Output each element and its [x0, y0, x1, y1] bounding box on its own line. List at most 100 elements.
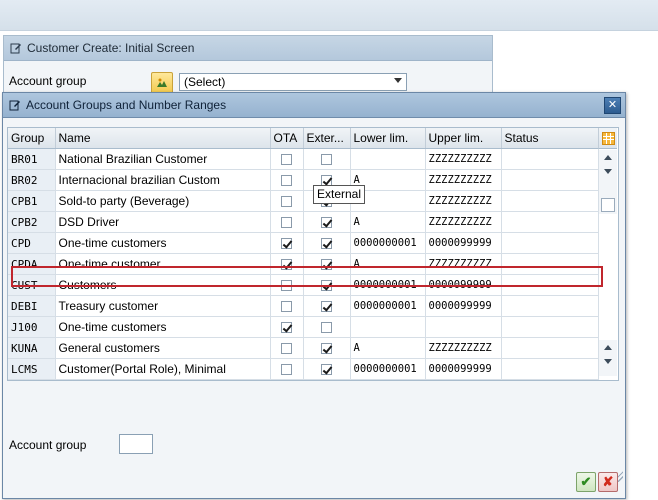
- scrollbar-thumb[interactable]: [601, 198, 615, 212]
- column-header-name[interactable]: Name: [55, 128, 271, 149]
- ota-checkbox[interactable]: [281, 154, 292, 166]
- ota-checkbox[interactable]: [281, 259, 292, 271]
- table-row[interactable]: CUST Customers 0000000001 0000099999: [8, 274, 599, 296]
- name-cell[interactable]: One-time customers: [55, 232, 271, 254]
- external-checkbox[interactable]: [321, 154, 332, 166]
- lower-limit-cell[interactable]: A: [350, 211, 426, 233]
- status-cell[interactable]: [501, 211, 599, 233]
- upper-limit-cell[interactable]: ZZZZZZZZZZ: [425, 211, 502, 233]
- vertical-scrollbar-bottom[interactable]: [599, 340, 617, 376]
- lower-limit-cell[interactable]: [350, 316, 426, 338]
- table-row-selected[interactable]: CPD One-time customers 0000000001 000009…: [8, 232, 599, 254]
- upper-limit-cell[interactable]: [425, 316, 502, 338]
- status-cell[interactable]: [501, 295, 599, 317]
- status-cell[interactable]: [501, 316, 599, 338]
- name-cell[interactable]: DSD Driver: [55, 211, 271, 233]
- name-cell[interactable]: One-time customer: [55, 253, 271, 275]
- external-checkbox[interactable]: [321, 364, 332, 376]
- group-cell[interactable]: CPD: [8, 232, 56, 254]
- name-cell[interactable]: Internacional brazilian Custom: [55, 169, 271, 191]
- account-group-select[interactable]: (Select): [179, 73, 407, 91]
- lower-limit-cell[interactable]: A: [350, 337, 426, 359]
- name-cell[interactable]: Treasury customer: [55, 295, 271, 317]
- scroll-down-button[interactable]: [599, 164, 617, 178]
- table-row[interactable]: CPB1 Sold-to party (Beverage) A ZZZZZZZZ…: [8, 190, 599, 212]
- vertical-scrollbar-top[interactable]: [599, 150, 617, 214]
- table-row[interactable]: J100 One-time customers: [8, 316, 599, 338]
- external-checkbox[interactable]: [321, 259, 332, 271]
- table-row[interactable]: BR02 Internacional brazilian Custom A ZZ…: [8, 169, 599, 191]
- column-header-upper-limit[interactable]: Upper lim.: [425, 128, 502, 149]
- upper-limit-cell[interactable]: ZZZZZZZZZZ: [425, 337, 502, 359]
- column-settings-button[interactable]: [598, 128, 617, 149]
- lower-limit-cell[interactable]: [350, 148, 426, 170]
- column-header-external[interactable]: Exter...: [303, 128, 351, 149]
- close-button[interactable]: ✕: [604, 97, 621, 114]
- confirm-button[interactable]: ✔: [576, 472, 596, 492]
- group-cell[interactable]: CPDA: [8, 253, 56, 275]
- upper-limit-cell[interactable]: 0000099999: [425, 232, 502, 254]
- group-cell[interactable]: BR02: [8, 169, 56, 191]
- table-row[interactable]: KUNA General customers A ZZZZZZZZZZ: [8, 337, 599, 359]
- status-cell[interactable]: [501, 253, 599, 275]
- ota-checkbox[interactable]: [281, 217, 292, 229]
- group-cell[interactable]: LCMS: [8, 358, 56, 380]
- ota-checkbox[interactable]: [281, 280, 292, 292]
- table-row[interactable]: LCMS Customer(Portal Role), Minimal 0000…: [8, 358, 599, 380]
- lower-limit-cell[interactable]: 0000000001: [350, 295, 426, 317]
- group-cell[interactable]: CUST: [8, 274, 56, 296]
- group-cell[interactable]: KUNA: [8, 337, 56, 359]
- table-row[interactable]: BR01 National Brazilian Customer ZZZZZZZ…: [8, 148, 599, 170]
- dropdown-arrow-icon[interactable]: [394, 78, 402, 83]
- name-cell[interactable]: One-time customers: [55, 316, 271, 338]
- status-cell[interactable]: [501, 190, 599, 212]
- table-row[interactable]: CPB2 DSD Driver A ZZZZZZZZZZ: [8, 211, 599, 233]
- column-header-ota[interactable]: OTA: [270, 128, 304, 149]
- column-header-group[interactable]: Group: [8, 128, 56, 149]
- lower-limit-cell[interactable]: A: [350, 253, 426, 275]
- status-cell[interactable]: [501, 274, 599, 296]
- external-checkbox[interactable]: [321, 301, 332, 313]
- external-checkbox[interactable]: [321, 322, 332, 334]
- ota-checkbox[interactable]: [281, 364, 292, 376]
- name-cell[interactable]: Customers: [55, 274, 271, 296]
- status-cell[interactable]: [501, 232, 599, 254]
- scroll-page-down-button[interactable]: [599, 354, 617, 368]
- upper-limit-cell[interactable]: ZZZZZZZZZZ: [425, 253, 502, 275]
- status-cell[interactable]: [501, 148, 599, 170]
- upper-limit-cell[interactable]: 0000099999: [425, 295, 502, 317]
- cancel-button[interactable]: ✘: [598, 472, 618, 492]
- ota-checkbox[interactable]: [281, 301, 292, 313]
- group-cell[interactable]: CPB1: [8, 190, 56, 212]
- group-cell[interactable]: DEBI: [8, 295, 56, 317]
- table-row[interactable]: DEBI Treasury customer 0000000001 000009…: [8, 295, 599, 317]
- name-cell[interactable]: General customers: [55, 337, 271, 359]
- upper-limit-cell[interactable]: ZZZZZZZZZZ: [425, 190, 502, 212]
- group-cell[interactable]: BR01: [8, 148, 56, 170]
- ota-checkbox[interactable]: [281, 175, 292, 187]
- column-header-status[interactable]: Status: [501, 128, 599, 149]
- name-cell[interactable]: Customer(Portal Role), Minimal: [55, 358, 271, 380]
- lower-limit-cell[interactable]: 0000000001: [350, 232, 426, 254]
- ota-checkbox[interactable]: [281, 238, 292, 250]
- table-row[interactable]: CPDA One-time customer A ZZZZZZZZZZ: [8, 253, 599, 275]
- scroll-page-up-button[interactable]: [599, 340, 617, 354]
- upper-limit-cell[interactable]: ZZZZZZZZZZ: [425, 169, 502, 191]
- external-checkbox[interactable]: [321, 238, 332, 250]
- external-checkbox[interactable]: [321, 280, 332, 292]
- external-checkbox[interactable]: [321, 217, 332, 229]
- column-header-lower-limit[interactable]: Lower lim.: [350, 128, 426, 149]
- status-cell[interactable]: [501, 337, 599, 359]
- status-cell[interactable]: [501, 358, 599, 380]
- upper-limit-cell[interactable]: ZZZZZZZZZZ: [425, 148, 502, 170]
- value-help-button[interactable]: [151, 72, 173, 94]
- status-cell[interactable]: [501, 169, 599, 191]
- ota-checkbox[interactable]: [281, 196, 292, 208]
- group-cell[interactable]: J100: [8, 316, 56, 338]
- name-cell[interactable]: National Brazilian Customer: [55, 148, 271, 170]
- scroll-up-button[interactable]: [599, 150, 617, 164]
- upper-limit-cell[interactable]: 0000099999: [425, 274, 502, 296]
- upper-limit-cell[interactable]: 0000099999: [425, 358, 502, 380]
- lower-limit-cell[interactable]: 0000000001: [350, 274, 426, 296]
- lower-limit-cell[interactable]: 0000000001: [350, 358, 426, 380]
